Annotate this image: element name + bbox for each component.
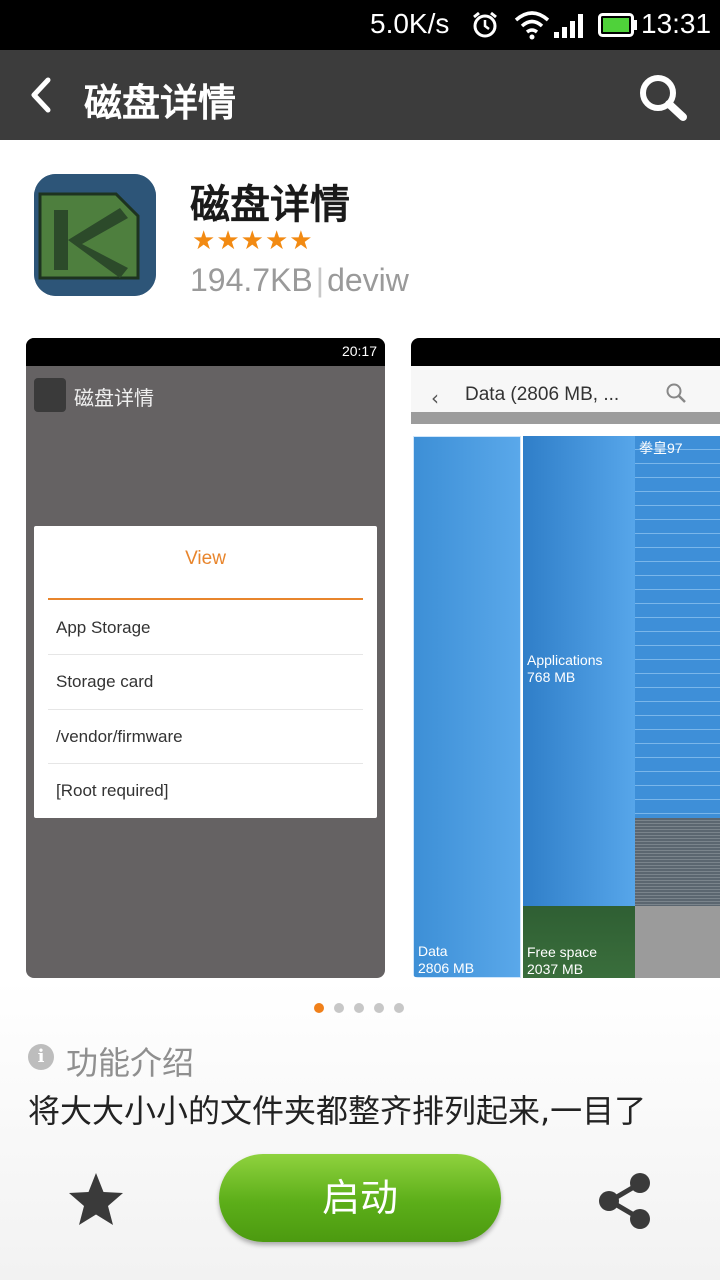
pager-dot-active <box>314 1003 324 1013</box>
dialog-item: App Storage <box>56 618 151 637</box>
share-icon[interactable] <box>596 1172 654 1230</box>
star-rating-icon: ★ <box>264 226 289 256</box>
mini-status-bar: 20:17 <box>26 338 385 366</box>
tile-size: 768 MB <box>527 669 576 685</box>
meta-separator: | <box>315 262 325 298</box>
pager-dot <box>374 1003 384 1013</box>
screenshot-1[interactable]: 20:17 磁盘详情 View App Storage Storage card… <box>26 338 385 978</box>
app-name: 磁盘详情 <box>190 182 350 228</box>
dialog-item: Storage card <box>56 672 154 691</box>
divider <box>48 709 363 710</box>
small-files-tile: 拳皇97 <box>635 436 720 818</box>
status-time: 13:31 <box>641 8 712 39</box>
app-developer[interactable]: deviw <box>327 262 409 298</box>
tile-size: 2806 MB <box>418 960 475 976</box>
tile-label: 拳皇97 <box>639 440 683 456</box>
mini-toolbar: ‹ Data (2806 MB, ... <box>411 366 720 424</box>
star-rating-icon: ★ <box>240 226 264 256</box>
screenshot-2[interactable]: ‹ Data (2806 MB, ... Data 2806 MB Applic… <box>411 338 720 978</box>
launch-button[interactable]: 启动 <box>219 1154 501 1242</box>
tile-label: Data <box>418 943 448 959</box>
page-title: 磁盘详情 <box>84 81 237 125</box>
rating-stars: ★★★★★ <box>192 226 314 256</box>
divider <box>48 763 363 764</box>
mini-clock: 20:17 <box>341 343 377 359</box>
mini-search-icon <box>666 383 686 403</box>
screenshot-pager <box>314 998 414 1013</box>
app-meta: 194.7KB|deviw <box>190 262 409 299</box>
search-icon[interactable] <box>636 72 690 122</box>
dialog-item: /vendor/firmware <box>56 727 183 746</box>
net-speed: 5.0K/s <box>370 8 450 39</box>
back-arrow-icon[interactable] <box>26 75 56 115</box>
star-rating-icon: ★ <box>192 226 216 256</box>
applications-tile: Applications 768 MB <box>523 436 635 906</box>
divider <box>48 654 363 655</box>
dialog-divider <box>48 598 363 600</box>
info-icon: i <box>28 1044 54 1070</box>
mini-toolbar-title: Data (2806 MB, ... <box>465 384 620 405</box>
view-dialog: View App Storage Storage card /vendor/fi… <box>34 526 377 818</box>
app-size: 194.7KB <box>190 262 313 298</box>
tile-label: Applications <box>527 652 603 668</box>
pager-dot <box>394 1003 404 1013</box>
mini-back-icon: ‹ <box>431 386 439 410</box>
misc-tile <box>635 818 720 906</box>
data-tile: Data 2806 MB <box>413 436 521 978</box>
free-space-tile: Free space 2037 MB <box>523 906 635 978</box>
star-icon[interactable] <box>66 1170 126 1230</box>
wifi-icon <box>514 11 550 40</box>
mini-app-icon <box>34 378 66 412</box>
mini-status-bar <box>411 338 720 366</box>
star-rating-icon: ★ <box>216 226 240 256</box>
pager-dot <box>354 1003 364 1013</box>
battery-icon <box>598 13 637 37</box>
dialog-item: [Root required] <box>56 781 169 800</box>
status-bar: 5.0K/s 13:31 <box>0 0 720 50</box>
pager-dot <box>334 1003 344 1013</box>
action-bar: 磁盘详情 <box>0 50 720 140</box>
mini-app-title: 磁盘详情 <box>74 386 154 410</box>
star-rating-icon: ★ <box>289 226 313 256</box>
alarm-icon <box>473 11 497 38</box>
description-text[interactable]: 将大大小小的文件夹都整齐排列起来,一目了 <box>28 1086 646 1132</box>
signal-icon <box>554 14 583 38</box>
dialog-title: View <box>185 548 226 569</box>
other-tile <box>635 906 720 978</box>
tile-size: 2037 MB <box>527 961 584 977</box>
description-title: 功能介绍 <box>66 1044 195 1082</box>
app-icon <box>34 174 156 296</box>
tile-label: Free space <box>527 944 598 960</box>
